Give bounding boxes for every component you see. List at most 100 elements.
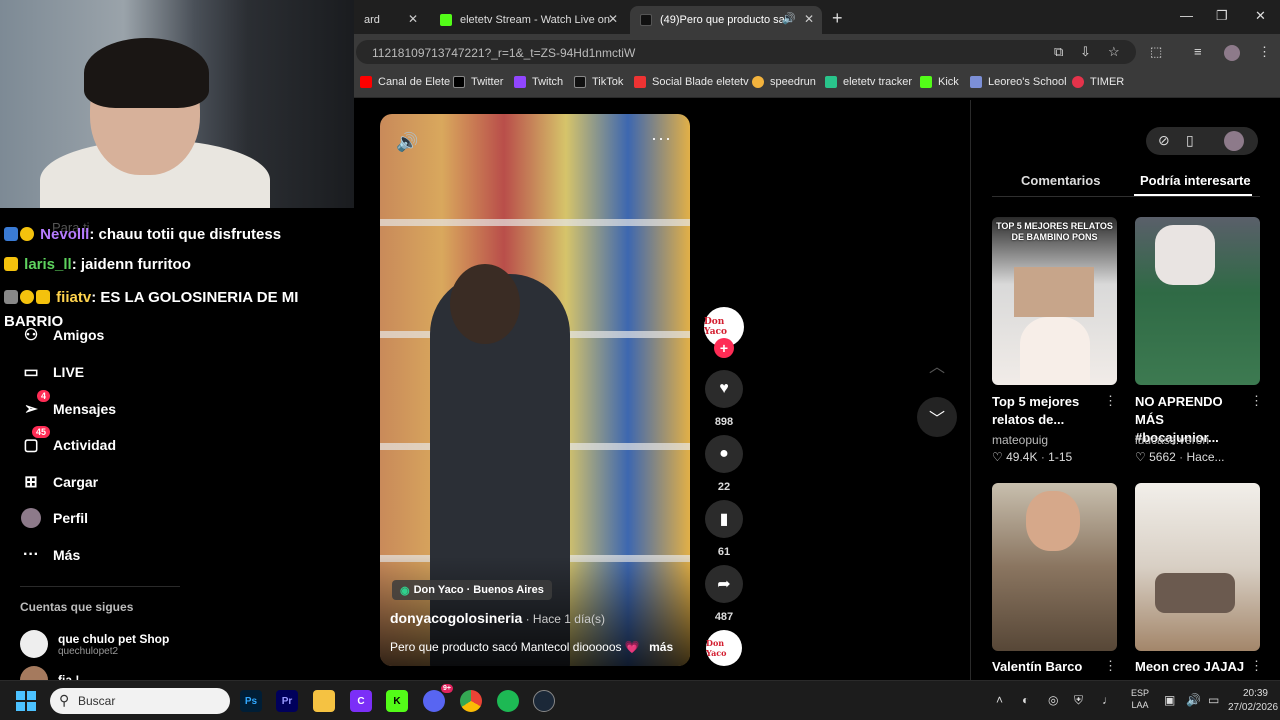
bookmark-twitch[interactable]: Twitch (514, 76, 563, 88)
close-icon[interactable]: ✕ (804, 12, 814, 26)
avatar[interactable] (1224, 131, 1244, 151)
more-options-icon[interactable]: ··· (651, 128, 672, 149)
profile-avatar[interactable] (1224, 45, 1240, 61)
minimize-button[interactable]: — (1180, 8, 1193, 23)
volume-icon[interactable]: 🔊 (1186, 693, 1201, 707)
share-count: 487 (714, 611, 734, 623)
more-options-icon[interactable]: ⋮ (1250, 393, 1263, 409)
battery-icon[interactable]: ▭ (1208, 693, 1219, 707)
network-icon[interactable]: ▣ (1164, 693, 1175, 707)
file-explorer-icon[interactable] (313, 690, 335, 712)
security-icon[interactable]: ⛨ (1074, 693, 1083, 708)
speaker-icon[interactable]: 🔊 (782, 12, 796, 25)
windows-start-icon[interactable] (16, 691, 36, 711)
tab-kick-stream[interactable]: eletetv Stream - Watch Live on ✕ (430, 6, 626, 34)
video-thumbnail[interactable] (1135, 217, 1260, 385)
chrome-icon[interactable] (460, 690, 482, 712)
chevron-up-icon[interactable]: ︿ (917, 345, 957, 385)
bookmark-socialblade[interactable]: Social Blade eletetv (634, 76, 749, 88)
bookmark-twitter[interactable]: Twitter (453, 76, 503, 88)
more-options-icon[interactable]: ⋮ (1250, 658, 1263, 674)
maximize-button[interactable]: ❐ (1216, 8, 1228, 24)
card-author[interactable]: luucass.veron (1135, 433, 1209, 447)
nav-profile[interactable]: Perfil (20, 506, 88, 530)
microphone-icon[interactable]: ♩ (1102, 693, 1114, 707)
thumbnail-face (1026, 491, 1080, 551)
comment-icon[interactable]: ● (705, 435, 743, 473)
chevron-up-icon[interactable]: ˄ (996, 693, 1003, 707)
card-title[interactable]: Valentín Barco (992, 658, 1107, 676)
video-thumbnail[interactable]: TOP 5 MEJORES RELATOS DE BAMBINO PONS (992, 217, 1117, 385)
video-player[interactable]: 🔊 ··· ◉ Don Yaco · Buenos Aires donyacog… (380, 114, 690, 666)
language-indicator[interactable]: ESP LAA (1131, 687, 1149, 711)
volume-icon[interactable]: 🔊 (396, 132, 418, 153)
bookmark-kick[interactable]: Kick (920, 76, 959, 88)
more-options-icon[interactable]: ⋮ (1104, 393, 1117, 409)
translate-icon[interactable]: ⧉ (1054, 44, 1063, 60)
nav-messages[interactable]: ➢ 4 Mensajes (20, 390, 116, 421)
bookmark-icon[interactable]: ▮ (705, 500, 743, 538)
location-tag[interactable]: ◉ Don Yaco · Buenos Aires (392, 580, 552, 600)
bookmark-speedrun[interactable]: speedrun (752, 76, 816, 88)
chevron-down-icon[interactable]: ﹀ (917, 397, 957, 437)
bookmark-timer[interactable]: TIMER (1072, 76, 1124, 88)
url-field[interactable]: 11218109713747221?_r=1&_t=ZS-94Hd1nmctiW (356, 40, 1136, 64)
app-c-icon[interactable]: C (350, 690, 372, 712)
extensions-icon[interactable]: ⬚ (1150, 44, 1162, 60)
caption-more-link[interactable]: más (649, 640, 673, 654)
video-thumbnail[interactable] (992, 483, 1117, 651)
tab-suggestions[interactable]: Podría interesarte (1140, 173, 1251, 188)
new-tab-button[interactable]: + (832, 8, 843, 29)
taskbar-search[interactable]: ⚲ Buscar (50, 688, 230, 714)
tab-tiktok[interactable]: (49)Pero que producto sacó 🔊 ✕ (630, 6, 822, 34)
kick-icon[interactable]: K (386, 690, 408, 712)
save-action[interactable]: ▮ 61 (705, 500, 743, 558)
bookmark-tracker[interactable]: eletetv tracker (825, 76, 912, 88)
share-icon[interactable]: ➦ (705, 565, 743, 603)
more-options-icon[interactable]: ⋮ (1104, 658, 1117, 674)
video-caption: Pero que producto sacó Mantecol diooooos… (390, 640, 674, 654)
nav-more[interactable]: ··· Más (20, 543, 80, 567)
install-icon[interactable]: ⇩ (1080, 44, 1091, 60)
heart-outline-icon: ♡ (992, 450, 1003, 464)
bookmark-canal[interactable]: Canal de Elete (360, 76, 450, 88)
card-title[interactable]: Top 5 mejores relatos de... (992, 393, 1107, 429)
star-icon[interactable]: ☆ (1108, 44, 1120, 60)
media-icon[interactable]: ≡ (1194, 44, 1202, 59)
close-icon[interactable]: ✕ (408, 12, 418, 26)
close-icon[interactable]: ✕ (608, 12, 618, 26)
nav-live[interactable]: ▭ LIVE (20, 360, 84, 384)
tab-dashboard[interactable]: ard ✕ (354, 6, 426, 34)
card-title[interactable]: Meon creo JAJAJ (1135, 658, 1250, 676)
video-thumbnail[interactable] (1135, 483, 1260, 651)
clock[interactable]: 20:39 27/02/2026 (1228, 687, 1278, 715)
phone-icon[interactable]: ▯ (1186, 132, 1194, 149)
steam-icon[interactable] (533, 690, 555, 712)
menu-icon[interactable]: ⋮ (1258, 44, 1271, 60)
bookmark-tiktok[interactable]: TikTok (574, 76, 623, 88)
follow-button[interactable]: + (714, 338, 734, 358)
heart-icon[interactable]: ♥ (705, 370, 743, 408)
premiere-icon[interactable]: Pr (276, 690, 298, 712)
spotify-icon[interactable] (497, 690, 519, 712)
music-disc-avatar[interactable]: Don Yaco (706, 630, 742, 666)
share-action[interactable]: ➦ 487 (705, 565, 743, 623)
compass-icon[interactable]: ⊘ (1158, 132, 1170, 149)
tab-comments[interactable]: Comentarios (1021, 173, 1100, 188)
bookmark-leoreo[interactable]: Leoreo's School (970, 76, 1067, 88)
photoshop-icon[interactable]: Ps (240, 690, 262, 712)
video-username[interactable]: donyacogolosineria · Hace 1 día(s) (390, 610, 605, 626)
badge-icon (4, 290, 18, 304)
discord-tray-icon[interactable]: ◐ (1022, 693, 1029, 707)
avatar (20, 630, 48, 658)
close-window-button[interactable]: ✕ (1255, 8, 1266, 24)
card-author[interactable]: mateopuig (992, 433, 1048, 447)
nav-activity[interactable]: ▢ 45 Actividad (20, 426, 116, 457)
discord-icon[interactable]: 9+ (423, 684, 453, 712)
following-item[interactable]: que chulo pet Shop quechulopet2 (20, 630, 169, 658)
like-action[interactable]: ♥ 898 (705, 370, 743, 428)
nav-upload[interactable]: ⊞ Cargar (20, 470, 98, 494)
steam-tray-icon[interactable]: ◎ (1048, 693, 1058, 707)
comment-action[interactable]: ● 22 (705, 435, 743, 493)
activity-icon: ▢ 45 (20, 426, 50, 456)
